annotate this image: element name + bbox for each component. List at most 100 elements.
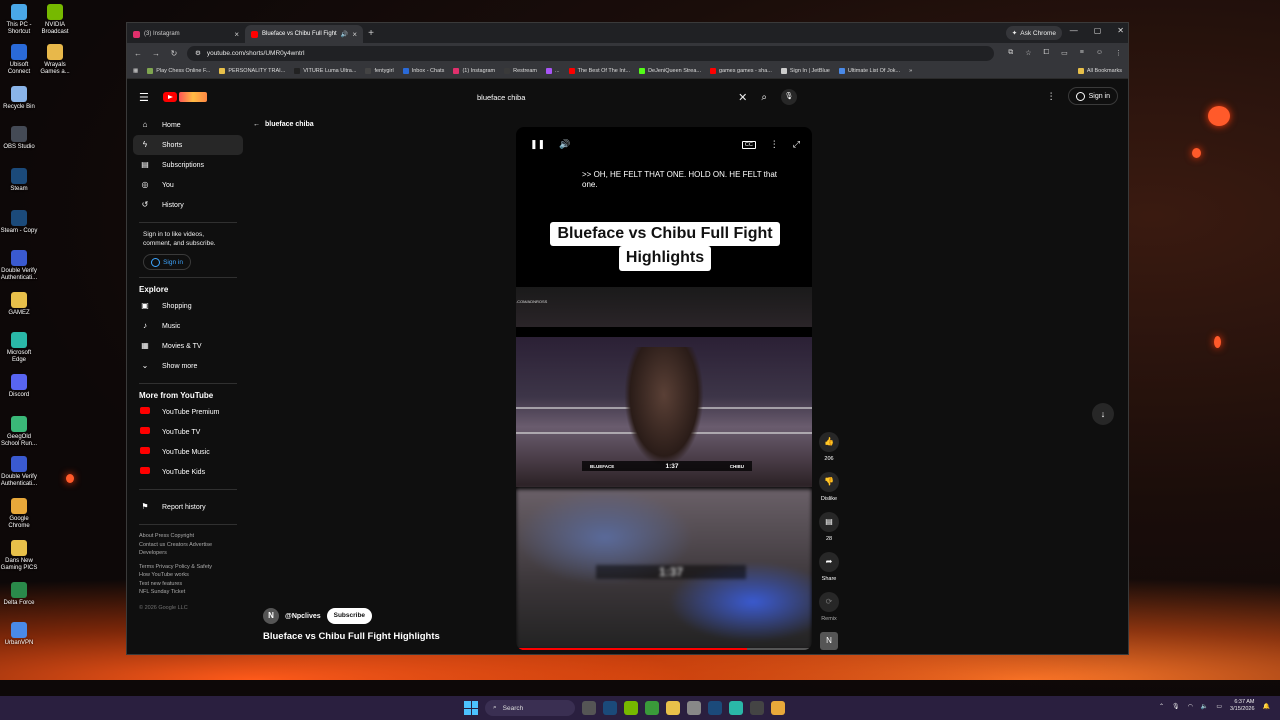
notifications-icon[interactable]: 🔔	[1263, 703, 1270, 710]
desktop-icon[interactable]: Discord	[0, 374, 38, 399]
sidepanel-icon[interactable]: ▭	[1061, 49, 1068, 57]
pause-icon[interactable]: ❚❚	[530, 139, 545, 150]
volume-icon[interactable]: 🔊	[559, 139, 570, 150]
share-action[interactable]: ➦ Share	[819, 552, 839, 582]
apps-icon[interactable]: ▦	[133, 68, 138, 74]
sidebar-item[interactable]: ♪ Music	[133, 316, 243, 336]
remix-action[interactable]: ⟳ Remix	[819, 592, 839, 622]
footer-link[interactable]: Test new features	[139, 580, 237, 589]
bookmark-item[interactable]: Ultimate List Of Jok...	[838, 67, 900, 74]
desktop-icon[interactable]: UrbanVPN	[0, 622, 38, 647]
store-icon[interactable]	[687, 701, 701, 715]
footer-link[interactable]: Contact us Creators Advertise	[139, 541, 237, 550]
like-action[interactable]: 👍 206	[819, 432, 839, 462]
footer-link[interactable]: NFL Sunday Ticket	[139, 588, 237, 597]
speaker-icon[interactable]: 🔈	[1201, 703, 1208, 710]
channel-avatar[interactable]: N	[263, 608, 279, 624]
bookmark-item[interactable]: VITURE Luma Ultra...	[294, 67, 356, 74]
search-input[interactable]: blueface chiba	[477, 93, 732, 102]
desktop-icon[interactable]: OBS Studio	[0, 126, 38, 151]
bookmark-item[interactable]: The Best Of The Int...	[568, 67, 630, 74]
desktop-icon[interactable]: Microsoft Edge	[0, 332, 38, 363]
comment-icon[interactable]: ▤	[819, 512, 839, 532]
progress-bar[interactable]	[516, 648, 812, 650]
edge-icon[interactable]	[729, 701, 743, 715]
menu-icon[interactable]: ⋮	[1115, 49, 1122, 57]
bookmark-item[interactable]: PERSONALITY TRAI...	[219, 67, 285, 74]
tab-youtube[interactable]: Blueface vs Chibu Full Fight 🔊 ×	[245, 25, 363, 43]
battery-icon[interactable]: ▭	[1216, 703, 1222, 710]
chrome-icon[interactable]	[771, 701, 785, 715]
desktop-icon[interactable]: Double Verify Authenticati...	[0, 456, 38, 487]
shorts-player[interactable]: .COM/ADNROSS BLUEFACE 1:37 CHIBU 1:37 ❚❚…	[516, 127, 812, 650]
task-view-icon[interactable]	[582, 701, 596, 715]
subscribe-button[interactable]: Subscribe	[326, 608, 373, 624]
footer-link[interactable]: How YouTube works	[139, 571, 237, 580]
nvidia-icon[interactable]	[624, 701, 638, 715]
bookmark-item[interactable]: Inbox - Chats	[402, 67, 444, 74]
footer-link[interactable]: Terms Privacy Policy & Safety	[139, 563, 237, 572]
desktop-icon[interactable]: Google Chrome	[0, 498, 38, 529]
remix-icon[interactable]: ⟳	[819, 592, 839, 612]
comments-action[interactable]: ▤ 28	[819, 512, 839, 542]
close-window-icon[interactable]: ✕	[1117, 26, 1124, 35]
clear-icon[interactable]: ✕	[738, 91, 747, 104]
mic-tray-icon[interactable]: 🎙	[1172, 703, 1180, 710]
desktop-icon[interactable]: GAMEZ	[0, 292, 38, 317]
all-bookmarks[interactable]: All Bookmarks	[1077, 67, 1122, 74]
channel-handle[interactable]: @Npclives	[285, 613, 321, 620]
sidebar-item[interactable]: ⌂ Home	[133, 115, 243, 135]
sidebar-item[interactable]: ⌄ Show more	[133, 356, 243, 376]
footer-link[interactable]: Developers	[139, 549, 237, 558]
sidebar-item[interactable]: ▤ Subscriptions	[133, 155, 243, 175]
desktop-icon[interactable]: GeegOld School Run...	[0, 416, 38, 447]
desktop-icon[interactable]: Recycle Bin	[0, 86, 38, 111]
sound-avatar[interactable]: N	[820, 632, 838, 650]
cast-icon[interactable]: ⧉	[1008, 49, 1013, 57]
report-history-item[interactable]: ⚑ Report history	[133, 497, 243, 517]
settings-kebab-icon[interactable]: ⋮	[1047, 91, 1056, 102]
bookmark-item[interactable]: Restream	[504, 67, 537, 74]
sidebar-item[interactable]: ▣ Shopping	[133, 296, 243, 316]
file-explorer-icon[interactable]	[666, 701, 680, 715]
star-icon[interactable]: ☆	[1025, 49, 1031, 57]
bookmark-item[interactable]: ...	[546, 67, 560, 74]
chevron-up-icon[interactable]: ⌃	[1159, 703, 1164, 710]
more-options-icon[interactable]: ⋮	[770, 139, 779, 150]
desktop-icon[interactable]: Double Verify Authenticati...	[0, 250, 38, 281]
audio-icon[interactable]: 🔊	[341, 31, 348, 38]
bookmarks-overflow-icon[interactable]: »	[909, 68, 912, 74]
sign-in-button[interactable]: Sign in	[1067, 87, 1118, 105]
thumbs-down-icon[interactable]: 👎	[819, 472, 839, 492]
desktop-icon[interactable]: NVIDIA Broadcast	[36, 4, 74, 35]
bookmark-item[interactable]: games games - sha...	[709, 67, 772, 74]
desktop-icon[interactable]: Delta Force	[0, 582, 38, 607]
clock[interactable]: 6:37 AM 3/15/2026	[1230, 699, 1254, 714]
minimize-icon[interactable]: —	[1070, 26, 1078, 35]
mic-icon[interactable]: 🎙	[781, 89, 797, 105]
close-icon[interactable]: ×	[352, 30, 357, 39]
search-box[interactable]: blueface chiba ✕ ⌕	[472, 85, 772, 109]
back-to-search[interactable]: ← blueface chiba	[253, 121, 314, 128]
url-field[interactable]: ⚙ youtube.com/shorts/UMR0y4wntrI	[187, 45, 995, 61]
obs-icon[interactable]	[750, 701, 764, 715]
thumbs-up-icon[interactable]: 👍	[819, 432, 839, 452]
bookmark-item[interactable]: Sign In | JetBlue	[780, 67, 830, 74]
fullscreen-icon[interactable]: ⤢	[793, 139, 800, 150]
sidebar-item[interactable]: ↺ History	[133, 195, 243, 215]
sidebar-sign-in-button[interactable]: Sign in	[143, 254, 191, 271]
bookmark-item[interactable]: Play Chess Online F...	[147, 67, 210, 74]
sidebar-item[interactable]: YouTube TV	[133, 422, 243, 442]
maximize-icon[interactable]: ▢	[1094, 26, 1102, 35]
steam-icon[interactable]	[603, 701, 617, 715]
search-icon[interactable]: ⌕	[761, 92, 767, 103]
next-short-button[interactable]: ↓	[1092, 403, 1114, 425]
forward-icon[interactable]: →	[151, 49, 161, 58]
profile-icon[interactable]: ☺	[1096, 49, 1103, 57]
dislike-action[interactable]: 👎 Dislike	[819, 472, 839, 502]
sidebar-item[interactable]: YouTube Premium	[133, 402, 243, 422]
bookmark-item[interactable]: (1) Instagram	[453, 67, 495, 74]
sidebar-item[interactable]: YouTube Music	[133, 442, 243, 462]
new-tab-button[interactable]: +	[363, 25, 379, 43]
steam-app-icon[interactable]	[708, 701, 722, 715]
